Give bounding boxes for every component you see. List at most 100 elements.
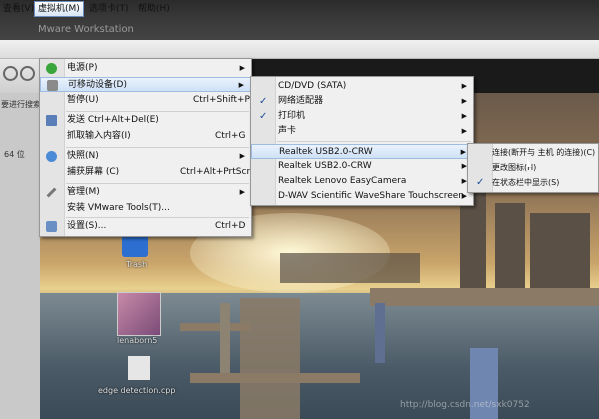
menu-item-sound-card[interactable]: 声卡 ▶ bbox=[251, 124, 473, 139]
submenu-arrow-icon: ▶ bbox=[461, 97, 467, 105]
submenu-arrow-icon: ▶ bbox=[239, 152, 245, 160]
menu-item-shortcut: Ctrl+D bbox=[215, 221, 246, 231]
menu-item-printer[interactable]: ✓ 打印机 ▶ bbox=[251, 109, 473, 124]
menu-item-touchscreen[interactable]: D-WAV Scientific WaveShare Touchscreen ▶ bbox=[251, 189, 473, 204]
menu-item-cd-dvd[interactable]: CD/DVD (SATA) ▶ bbox=[251, 79, 473, 94]
menu-item-show-in-statusbar[interactable]: ✓ 在状态栏中显示(S) bbox=[468, 175, 598, 190]
menu-item-manage[interactable]: 管理(M) ▶ bbox=[40, 185, 251, 200]
menu-item-pause[interactable]: 暂停(U) Ctrl+Shift+P bbox=[40, 93, 251, 108]
submenu-arrow-icon: ▶ bbox=[239, 64, 245, 72]
window-title: Mware Workstation bbox=[38, 24, 134, 35]
menu-item-label: CD/DVD (SATA) bbox=[278, 81, 347, 91]
menu-item-send-ctrl-alt-del[interactable]: 发送 Ctrl+Alt+Del(E) bbox=[40, 113, 251, 128]
menu-item-label: D-WAV Scientific WaveShare Touchscreen bbox=[278, 191, 465, 201]
menu-item-label: 捕获屏幕 (C) bbox=[67, 167, 120, 177]
menu-separator bbox=[66, 183, 249, 184]
submenu-arrow-icon: ▶ bbox=[461, 82, 467, 90]
library-info-text: 64 位 bbox=[4, 150, 25, 159]
menu-item-label: Realtek Lenovo EasyCamera bbox=[278, 176, 407, 186]
settings-icon bbox=[46, 221, 57, 232]
cpp-file-label: edge detection.cpp bbox=[98, 386, 176, 395]
menu-item-label: 打印机 bbox=[278, 111, 306, 121]
power-icon bbox=[46, 63, 57, 74]
trash-label: Trash bbox=[126, 260, 148, 269]
menu-item-grab-input[interactable]: 抓取输入内容(I) Ctrl+G bbox=[40, 129, 251, 144]
pillar bbox=[375, 303, 385, 363]
library-panel bbox=[0, 93, 40, 419]
building bbox=[495, 203, 525, 288]
refresh-icon[interactable] bbox=[3, 66, 18, 81]
menu-item-label: 声卡 bbox=[278, 126, 297, 136]
checkmark-icon: ✓ bbox=[259, 111, 268, 122]
menu-separator bbox=[66, 217, 249, 218]
menu-item-label: 网络适配器 bbox=[278, 96, 324, 106]
menu-item-install-tools[interactable]: 安装 VMware Tools(T)... bbox=[40, 201, 251, 216]
skyline bbox=[280, 253, 420, 283]
removable-device-icon bbox=[47, 80, 58, 91]
menu-bar bbox=[0, 40, 599, 59]
menu-item-connect[interactable]: 连接(断开与 主机 的连接)(C) bbox=[468, 145, 598, 160]
snapshot-icon bbox=[46, 151, 57, 162]
building bbox=[460, 193, 486, 288]
menu-item-snapshot[interactable]: 快照(N) ▶ bbox=[40, 149, 251, 164]
wrench-icon bbox=[46, 187, 57, 198]
mouse-cursor-icon bbox=[527, 158, 532, 167]
vm-menu: 电源(P) ▶ 可移动设备(D) ▶ 暂停(U) Ctrl+Shift+P 发送… bbox=[39, 58, 252, 237]
pier-dock bbox=[190, 373, 360, 383]
menu-item-label: 连接(断开与 主机 的连接)(C) bbox=[492, 148, 596, 157]
menu-help[interactable]: 帮助(H) bbox=[135, 2, 173, 16]
menu-item-usb-crw-1[interactable]: Realtek USB2.0-CRW ▶ bbox=[251, 144, 473, 159]
menu-item-settings[interactable]: 设置(S)... Ctrl+D bbox=[40, 219, 251, 234]
revert-icon[interactable] bbox=[20, 66, 35, 81]
menu-item-label: Realtek USB2.0-CRW bbox=[278, 161, 372, 171]
submenu-arrow-icon: ▶ bbox=[460, 148, 466, 156]
submenu-arrow-icon: ▶ bbox=[238, 81, 244, 89]
trash-icon[interactable] bbox=[122, 235, 148, 257]
pier-center bbox=[240, 298, 300, 419]
submenu-arrow-icon: ▶ bbox=[461, 127, 467, 135]
checkmark-icon: ✓ bbox=[259, 96, 268, 107]
menu-item-label: Realtek USB2.0-CRW bbox=[279, 147, 373, 157]
menu-item-change-icon[interactable]: 更改图标(H) bbox=[468, 160, 598, 175]
building bbox=[530, 213, 590, 288]
menu-item-label: 抓取输入内容(I) bbox=[67, 131, 131, 141]
usb-device-menu: 连接(断开与 主机 的连接)(C) 更改图标(H) ✓ 在状态栏中显示(S) bbox=[467, 143, 599, 193]
keyboard-icon bbox=[46, 115, 57, 126]
menu-item-easycamera[interactable]: Realtek Lenovo EasyCamera ▶ bbox=[251, 174, 473, 189]
submenu-arrow-icon: ▶ bbox=[239, 188, 245, 196]
image-file-icon[interactable] bbox=[117, 292, 161, 336]
library-search-text[interactable]: 要进行搜索 bbox=[1, 99, 41, 110]
menu-item-label: 发送 Ctrl+Alt+Del(E) bbox=[67, 115, 159, 125]
pier-right bbox=[370, 288, 599, 306]
pier-dock bbox=[180, 323, 250, 331]
menu-item-shortcut: Ctrl+G bbox=[215, 131, 246, 141]
menu-separator bbox=[277, 141, 471, 142]
submenu-arrow-icon: ▶ bbox=[461, 112, 467, 120]
menu-view[interactable]: 查看(V) bbox=[0, 2, 37, 16]
menu-item-label: 暂停(U) bbox=[67, 95, 99, 105]
menu-item-power[interactable]: 电源(P) ▶ bbox=[40, 61, 251, 76]
watermark: http://blog.csdn.net/sxk0752 bbox=[400, 400, 530, 410]
menu-item-removable-devices[interactable]: 可移动设备(D) ▶ bbox=[40, 77, 251, 92]
menu-item-usb-crw-2[interactable]: Realtek USB2.0-CRW ▶ bbox=[251, 159, 473, 174]
menu-item-shortcut: Ctrl+Shift+P bbox=[193, 95, 250, 105]
menu-tabs[interactable]: 选项卡(T) bbox=[86, 2, 132, 16]
menu-item-label: 可移动设备(D) bbox=[68, 80, 127, 90]
menu-item-label: 电源(P) bbox=[67, 63, 98, 73]
checkmark-icon: ✓ bbox=[476, 177, 485, 188]
menu-item-label: 快照(N) bbox=[67, 151, 99, 161]
pillar bbox=[220, 303, 230, 373]
menu-item-label: 安装 VMware Tools(T)... bbox=[67, 203, 170, 213]
menu-separator bbox=[66, 111, 249, 112]
image-file-label: lenaborn5 bbox=[117, 336, 158, 345]
menu-item-label: 在状态栏中显示(S) bbox=[492, 178, 560, 187]
menu-item-network-adapter[interactable]: ✓ 网络适配器 ▶ bbox=[251, 94, 473, 109]
removable-devices-menu: CD/DVD (SATA) ▶ ✓ 网络适配器 ▶ ✓ 打印机 ▶ 声卡 ▶ R… bbox=[250, 76, 474, 206]
menu-separator bbox=[66, 147, 249, 148]
cpp-file-icon[interactable] bbox=[128, 356, 150, 380]
menu-item-label: 设置(S)... bbox=[67, 221, 107, 231]
menu-vm[interactable]: 虚拟机(M) bbox=[34, 1, 84, 17]
menu-item-shortcut: Ctrl+Alt+PrtScn bbox=[180, 167, 253, 177]
menu-item-label: 管理(M) bbox=[67, 187, 100, 197]
menu-item-capture-screen[interactable]: 捕获屏幕 (C) Ctrl+Alt+PrtScn bbox=[40, 165, 253, 180]
